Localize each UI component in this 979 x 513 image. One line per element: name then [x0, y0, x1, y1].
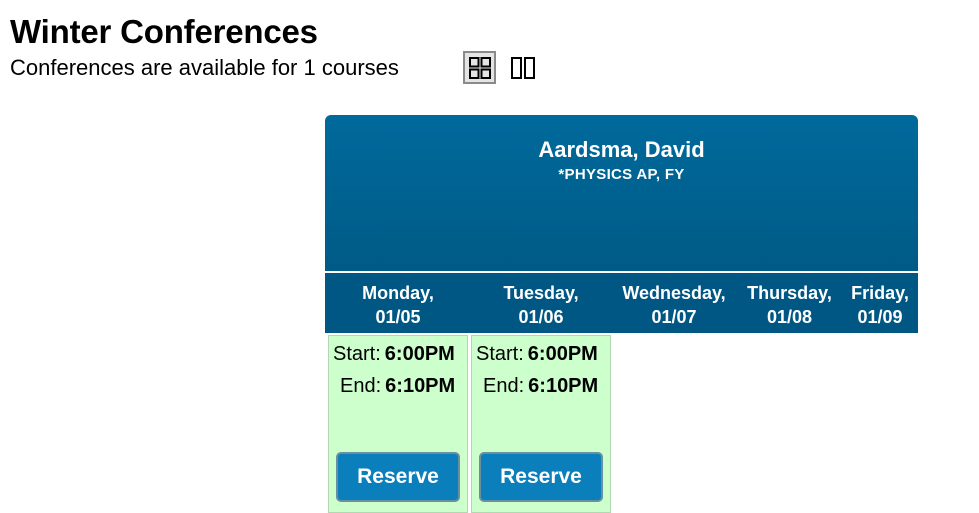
- card-header: Aardsma, David *PHYSICS AP, FY: [325, 115, 918, 271]
- day-name: Friday,: [851, 283, 909, 303]
- reserve-button[interactable]: Reserve: [479, 452, 603, 502]
- day-header-friday: Friday, 01/09: [842, 273, 918, 333]
- end-time: 6:10PM: [528, 375, 599, 397]
- grid-view-button[interactable]: [463, 51, 496, 84]
- day-header-monday: Monday, 01/05: [325, 273, 471, 333]
- end-time-row: End: 6:10PM: [483, 374, 598, 398]
- reserve-button[interactable]: Reserve: [336, 452, 460, 502]
- column-view-button[interactable]: [506, 51, 539, 84]
- page-subtitle: Conferences are available for 1 courses: [10, 55, 399, 80]
- day-date: 01/06: [518, 307, 564, 327]
- course-name: *PHYSICS AP, FY: [558, 166, 685, 183]
- time-slot: Start: 6:00PM End: 6:10PM Reserve: [328, 335, 468, 513]
- day-date: 01/05: [375, 307, 421, 327]
- day-date: 01/08: [766, 307, 813, 327]
- day-header-row: Monday, 01/05 Tuesday, 01/06 Wednesday, …: [325, 273, 918, 333]
- day-date: 01/07: [651, 307, 697, 327]
- conference-card: Aardsma, David *PHYSICS AP, FY Monday, 0…: [325, 115, 918, 513]
- start-time: 6:00PM: [384, 343, 455, 365]
- day-name: Thursday,: [747, 283, 832, 303]
- start-time-row: Start: 6:00PM: [333, 342, 455, 366]
- grid-view-icon: [468, 56, 491, 79]
- start-label: Start:: [476, 343, 524, 365]
- time-slot: Start: 6:00PM End: 6:10PM Reserve: [471, 335, 611, 513]
- end-label: End:: [483, 375, 525, 397]
- start-time-row: Start: 6:00PM: [476, 342, 598, 366]
- page-title: Winter Conferences: [10, 13, 318, 50]
- day-name: Monday,: [362, 283, 434, 303]
- start-time: 6:00PM: [527, 343, 598, 365]
- column-view-icon: [510, 56, 535, 79]
- teacher-name: Aardsma, David: [538, 137, 705, 162]
- end-time-row: End: 6:10PM: [340, 374, 455, 398]
- day-header-thursday: Thursday, 01/08: [737, 273, 842, 333]
- day-header-tuesday: Tuesday, 01/06: [471, 273, 611, 333]
- slot-row: Start: 6:00PM End: 6:10PM Reserve Start: 6:…: [325, 333, 918, 513]
- day-name: Tuesday,: [503, 283, 579, 303]
- day-header-wednesday: Wednesday, 01/07: [611, 273, 737, 333]
- start-label: Start:: [333, 343, 381, 365]
- day-name: Wednesday,: [622, 283, 726, 303]
- day-date: 01/09: [857, 307, 903, 327]
- end-label: End:: [340, 375, 382, 397]
- end-time: 6:10PM: [385, 375, 456, 397]
